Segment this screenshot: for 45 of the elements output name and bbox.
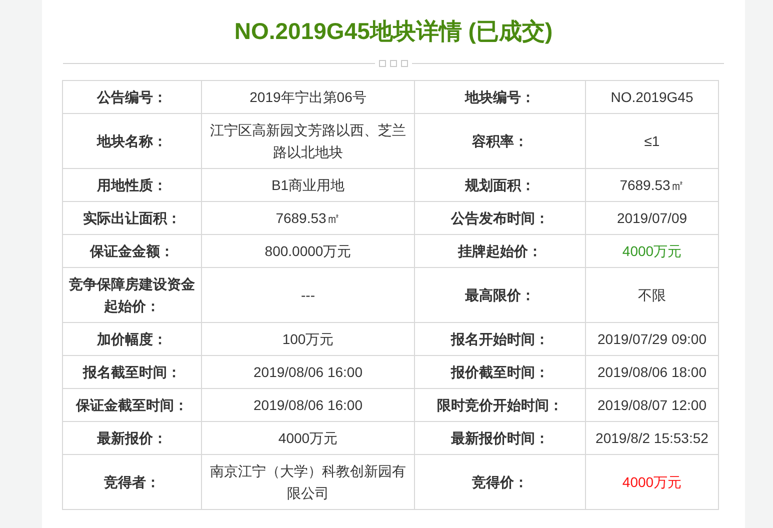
field-value: 100万元 [202,322,414,356]
field-label: 地块名称： [62,114,202,168]
field-value: 2019/08/07 12:00 [586,388,718,422]
field-value: 2019/08/06 16:00 [202,356,414,388]
field-value: 2019/8/2 15:53:52 [586,422,718,454]
field-label: 挂牌起始价： [414,234,586,268]
field-label: 最新报价： [62,422,202,454]
field-label: 地块编号： [414,80,586,114]
field-value: 不限 [586,268,718,322]
field-value: ≤1 [586,114,718,168]
field-value: 2019年宁出第06号 [202,80,414,114]
field-label: 实际出让面积： [62,202,202,234]
field-label: 竞争保障房建设资金起始价： [62,268,202,322]
field-value: 2019/08/06 18:00 [586,356,718,388]
field-label: 竞得者： [62,454,202,510]
field-value: 2019/07/09 [586,202,718,234]
page-title: NO.2019G45地块详情 (已成交) [233,17,554,46]
field-value: 2019/08/06 16:00 [202,388,414,422]
field-label: 最高限价： [414,268,586,322]
field-label: 报名截至时间： [62,356,202,388]
field-value: 7689.53㎡ [202,202,414,234]
field-label: 保证金截至时间： [62,388,202,422]
field-label: 保证金金额： [62,234,202,268]
field-label: 规划面积： [414,168,586,202]
field-value: NO.2019G45 [586,80,718,114]
field-label: 用地性质： [62,168,202,202]
field-value: 江宁区高新园文芳路以西、芝兰路以北地块 [202,114,414,168]
field-value: 南京江宁（大学）科教创新园有限公司 [202,454,414,510]
field-label: 报价截至时间： [414,356,586,388]
field-label: 公告发布时间： [414,202,586,234]
field-label: 公告编号： [62,80,202,114]
field-label: 加价幅度： [62,322,202,356]
field-value: 4000万元 [202,422,414,454]
field-value: --- [202,268,414,322]
field-label: 报名开始时间： [414,322,586,356]
field-value: 4000万元 [586,454,718,510]
field-label: 最新报价时间： [414,422,586,454]
field-value: 4000万元 [586,234,718,268]
field-value: 800.0000万元 [202,234,414,268]
field-label: 限时竞价开始时间： [414,388,586,422]
field-value: 7689.53㎡ [586,168,718,202]
field-label: 竞得价： [414,454,586,510]
field-label: 容积率： [414,114,586,168]
field-value: 2019/07/29 09:00 [586,322,718,356]
field-value: B1商业用地 [202,168,414,202]
